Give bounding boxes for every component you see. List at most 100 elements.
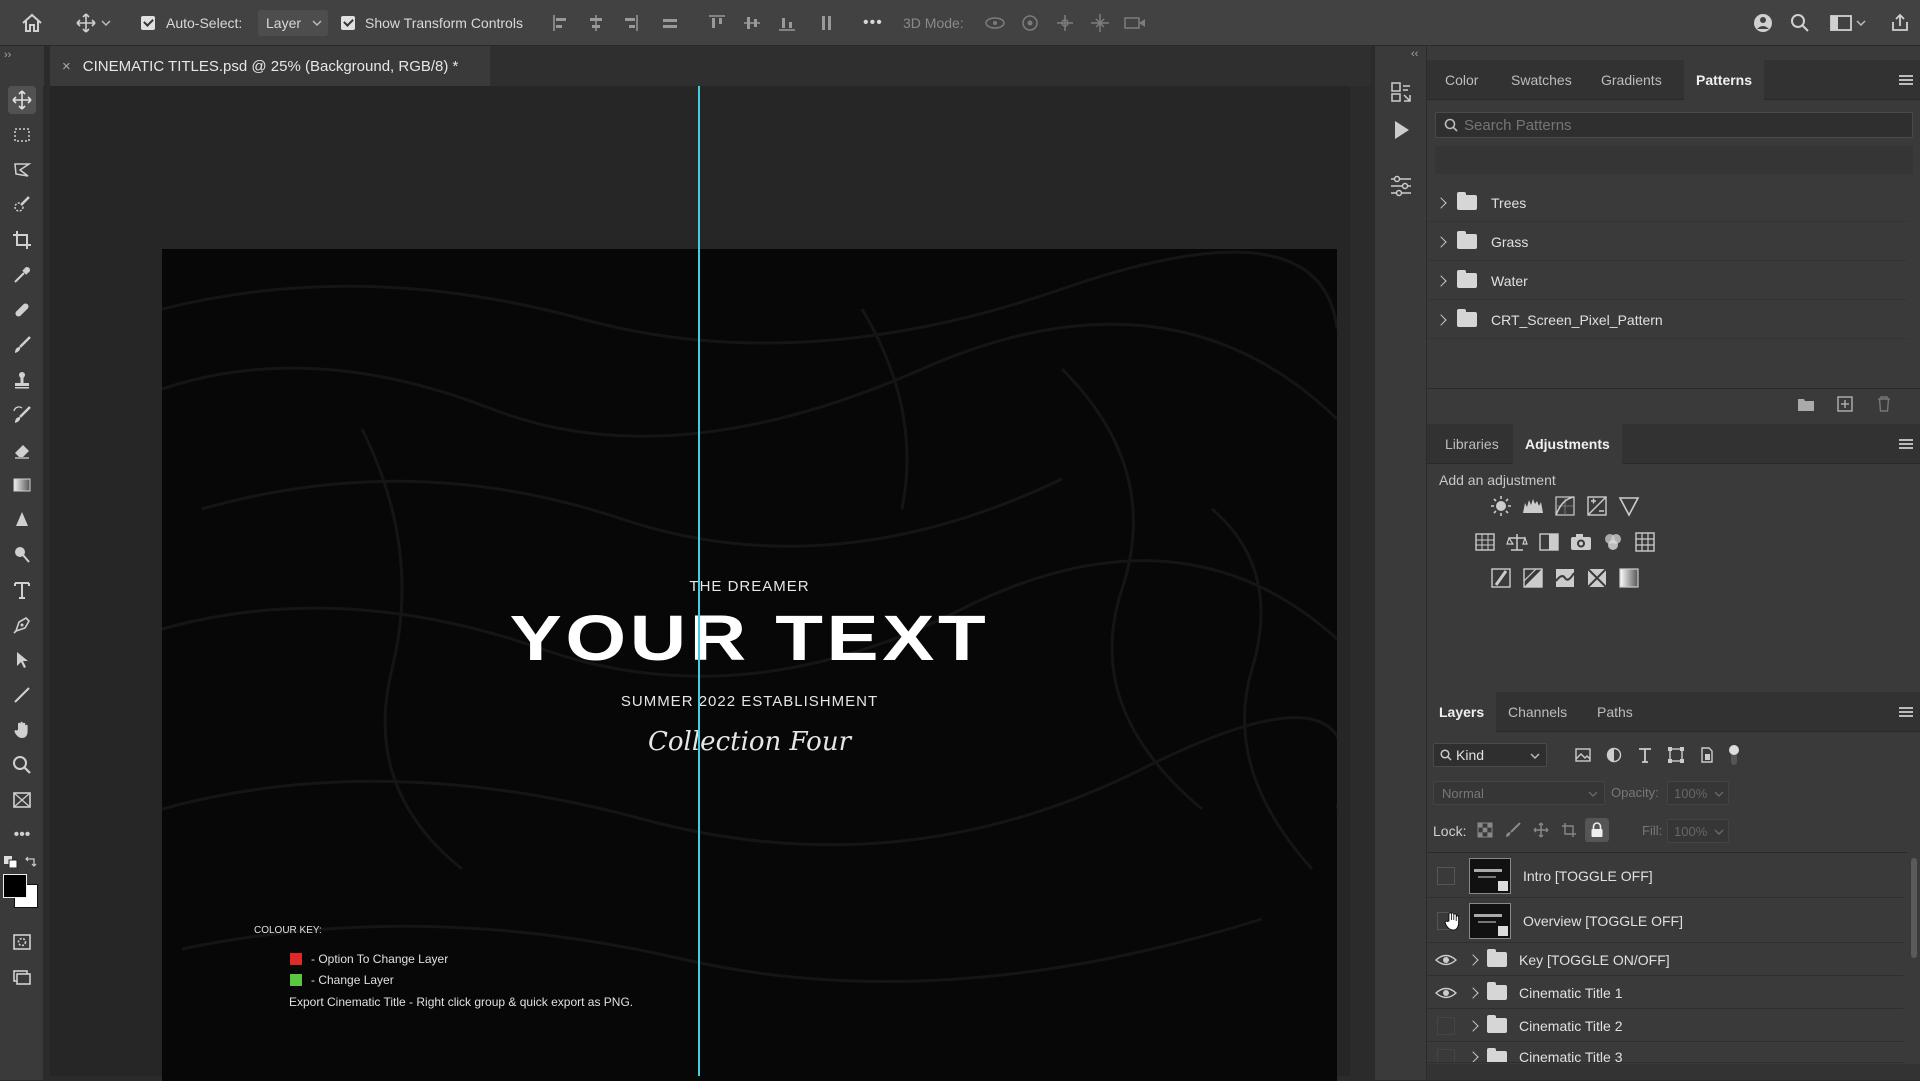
- lock-all-icon[interactable]: [1585, 818, 1609, 842]
- visibility-toggle-off[interactable]: [1437, 1049, 1455, 1062]
- path-selection-tool-icon[interactable]: [8, 646, 36, 674]
- eraser-tool-icon[interactable]: [8, 436, 36, 464]
- collapse-chevrons-icon[interactable]: ››: [4, 49, 11, 61]
- document-canvas[interactable]: THE DREAMER YOUR TEXT SUMMER 2022 ESTABL…: [162, 249, 1337, 1081]
- share-icon[interactable]: [1888, 10, 1912, 36]
- photo-filter-icon[interactable]: [1569, 530, 1593, 554]
- channel-mixer-icon[interactable]: [1601, 530, 1625, 554]
- tab-color[interactable]: Color: [1433, 60, 1490, 100]
- properties-panel-icon[interactable]: [1389, 174, 1413, 198]
- distribute-horizontal-icon[interactable]: [660, 10, 680, 36]
- search-patterns-field[interactable]: [1435, 112, 1913, 138]
- frame-tool-icon[interactable]: [8, 786, 36, 814]
- layer-row-intro[interactable]: Intro [TOGGLE OFF]: [1427, 854, 1903, 898]
- history-brush-tool-icon[interactable]: [8, 401, 36, 429]
- lock-image-pixels-icon[interactable]: [1505, 822, 1521, 838]
- pen-tool-icon[interactable]: [8, 611, 36, 639]
- align-right-edges-icon[interactable]: [620, 10, 640, 36]
- search-icon[interactable]: [1788, 10, 1812, 36]
- healing-brush-tool-icon[interactable]: [8, 296, 36, 324]
- close-tab-icon[interactable]: ×: [62, 58, 71, 75]
- history-panel-icon[interactable]: [1389, 80, 1413, 104]
- eye-icon[interactable]: [1435, 953, 1457, 967]
- show-transform-checkbox[interactable]: [341, 10, 355, 36]
- pattern-folder-trees[interactable]: Trees: [1427, 184, 1907, 222]
- visibility-toggle-off[interactable]: [1437, 866, 1455, 885]
- zoom-tool-icon[interactable]: [8, 751, 36, 779]
- lasso-tool-icon[interactable]: [8, 156, 36, 184]
- pattern-folder-water[interactable]: Water: [1427, 262, 1907, 300]
- blur-tool-icon[interactable]: [8, 506, 36, 534]
- filter-smart-object-icon[interactable]: [1698, 746, 1716, 764]
- tab-libraries[interactable]: Libraries: [1433, 424, 1511, 464]
- tab-layers[interactable]: Layers: [1427, 692, 1497, 732]
- hand-tool-icon[interactable]: [8, 716, 36, 744]
- eyedropper-tool-icon[interactable]: [8, 261, 36, 289]
- lock-position-icon[interactable]: [1533, 822, 1549, 838]
- lock-artboard-icon[interactable]: [1561, 822, 1577, 838]
- lock-transparent-pixels-icon[interactable]: [1477, 822, 1493, 838]
- opacity-field[interactable]: 100%: [1667, 781, 1729, 805]
- line-tool-icon[interactable]: [8, 681, 36, 709]
- selective-color-icon[interactable]: [1585, 566, 1609, 590]
- curves-icon[interactable]: [1553, 494, 1577, 518]
- layer-row-cinematic-title-1[interactable]: Cinematic Title 1: [1427, 977, 1903, 1009]
- align-bottom-edges-icon[interactable]: [777, 10, 797, 36]
- auto-select-dropdown[interactable]: Layer: [258, 10, 328, 36]
- gradient-tool-icon[interactable]: [8, 471, 36, 499]
- filter-toggle-switch[interactable]: [1727, 744, 1741, 766]
- learn-icon[interactable]: [1750, 10, 1776, 36]
- new-pattern-icon[interactable]: [1837, 396, 1853, 412]
- swap-colors-icon[interactable]: [24, 856, 38, 868]
- pattern-folder-grass[interactable]: Grass: [1427, 223, 1907, 261]
- filter-shape-icon[interactable]: [1667, 746, 1685, 764]
- layer-row-cinematic-title-3[interactable]: Cinematic Title 3: [1427, 1043, 1903, 1063]
- dodge-tool-icon[interactable]: [8, 541, 36, 569]
- panel-menu-icon[interactable]: [1899, 439, 1913, 449]
- hue-saturation-icon[interactable]: [1473, 530, 1497, 554]
- visibility-toggle-off[interactable]: [1437, 1016, 1455, 1035]
- workspace-switcher-icon[interactable]: [1828, 10, 1868, 36]
- align-horizontal-centers-icon[interactable]: [586, 10, 606, 36]
- actions-play-icon[interactable]: [1389, 118, 1413, 142]
- search-patterns-input[interactable]: [1464, 116, 1904, 134]
- crop-tool-icon[interactable]: [8, 226, 36, 254]
- distribute-vertical-icon[interactable]: [816, 10, 836, 36]
- marquee-tool-icon[interactable]: [8, 121, 36, 149]
- tab-swatches[interactable]: Swatches: [1499, 60, 1584, 100]
- more-options-button[interactable]: •••: [863, 10, 883, 36]
- tab-gradients[interactable]: Gradients: [1589, 60, 1674, 100]
- layer-row-overview[interactable]: Overview [TOGGLE OFF]: [1427, 899, 1903, 943]
- toolbar-collapse[interactable]: ››: [0, 46, 44, 86]
- move-tool-preset-picker[interactable]: [74, 10, 114, 36]
- pasteboard[interactable]: THE DREAMER YOUR TEXT SUMMER 2022 ESTABL…: [50, 86, 1350, 1081]
- color-balance-icon[interactable]: [1505, 530, 1529, 554]
- panel-menu-icon[interactable]: [1899, 707, 1913, 717]
- foreground-color-swatch[interactable]: [3, 874, 27, 898]
- align-vertical-centers-icon[interactable]: [742, 10, 762, 36]
- auto-select-checkbox[interactable]: [141, 10, 155, 36]
- clone-stamp-tool-icon[interactable]: [8, 366, 36, 394]
- new-group-folder-icon[interactable]: [1797, 396, 1815, 412]
- filter-pixel-icon[interactable]: [1574, 746, 1592, 764]
- vibrance-icon[interactable]: [1617, 494, 1641, 518]
- filter-type-icon[interactable]: [1636, 746, 1654, 764]
- panel-menu-icon[interactable]: [1899, 75, 1913, 85]
- tab-channels[interactable]: Channels: [1496, 692, 1579, 732]
- quick-selection-tool-icon[interactable]: [8, 191, 36, 219]
- default-colors-icon[interactable]: [4, 856, 18, 868]
- levels-icon[interactable]: [1521, 494, 1545, 518]
- filter-adjustment-icon[interactable]: [1605, 746, 1623, 764]
- quick-mask-icon[interactable]: [8, 928, 36, 956]
- edit-toolbar-icon[interactable]: •••: [8, 821, 36, 849]
- tab-paths[interactable]: Paths: [1585, 692, 1645, 732]
- tab-patterns[interactable]: Patterns: [1684, 60, 1765, 100]
- color-lookup-icon[interactable]: [1633, 530, 1657, 554]
- pattern-folder-crt[interactable]: CRT_Screen_Pixel_Pattern: [1427, 301, 1907, 339]
- invert-icon[interactable]: [1489, 566, 1513, 590]
- screen-mode-icon[interactable]: [8, 963, 36, 991]
- layer-row-cinematic-title-2[interactable]: Cinematic Title 2: [1427, 1010, 1903, 1042]
- move-tool-icon[interactable]: [8, 86, 36, 114]
- tab-adjustments[interactable]: Adjustments: [1513, 424, 1622, 464]
- layer-row-key[interactable]: Key [TOGGLE ON/OFF]: [1427, 944, 1903, 976]
